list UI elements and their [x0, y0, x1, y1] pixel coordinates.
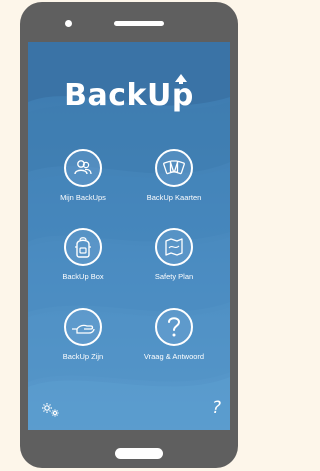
question-icon [168, 317, 181, 337]
menu-item-label: BackUp Zijn [62, 352, 104, 361]
menu-item-backup-box[interactable]: BackUp Box [41, 228, 125, 281]
menu-item-circle [64, 228, 102, 266]
map-icon [165, 238, 183, 256]
front-camera [65, 20, 72, 27]
menu-item-label: BackUp Kaarten [146, 193, 202, 202]
menu-item-backup-kaarten[interactable]: BackUp Kaarten [132, 149, 216, 202]
menu-item-circle [155, 308, 193, 346]
home-button[interactable] [115, 448, 163, 459]
phone-frame: BackUp Mijn BackUps BackUp Kaarten BackU… [20, 2, 238, 468]
settings-icon [42, 403, 59, 417]
menu-item-mijn-backups[interactable]: Mijn BackUps [41, 149, 125, 202]
menu-item-label: BackUp Box [62, 272, 104, 281]
menu-item-safety-plan[interactable]: Safety Plan [132, 228, 216, 281]
menu-item-circle [155, 149, 193, 187]
earpiece-speaker [114, 21, 164, 26]
menu-item-backup-zijn[interactable]: BackUp Zijn [41, 308, 125, 361]
cards-icon [163, 160, 185, 175]
menu-item-label: Mijn BackUps [60, 193, 106, 202]
menu-item-label: Vraag & Antwoord [143, 352, 205, 361]
people-icon [74, 160, 92, 175]
menu-item-circle [64, 308, 102, 346]
help-button[interactable]: ? [212, 398, 221, 418]
menu-item-label: Safety Plan [154, 272, 194, 281]
logo-arrow-icon [175, 74, 188, 84]
backpack-icon [75, 237, 91, 258]
menu-item-vraag-antwoord[interactable]: Vraag & Antwoord [132, 308, 216, 361]
app-logo: BackUp [28, 74, 230, 113]
menu-item-circle [64, 149, 102, 187]
menu-item-circle [155, 228, 193, 266]
help-icon: ? [212, 398, 222, 418]
app-screen: BackUp Mijn BackUps BackUp Kaarten BackU… [28, 42, 230, 430]
helping-hand-icon [72, 324, 95, 334]
settings-button[interactable] [41, 402, 61, 423]
